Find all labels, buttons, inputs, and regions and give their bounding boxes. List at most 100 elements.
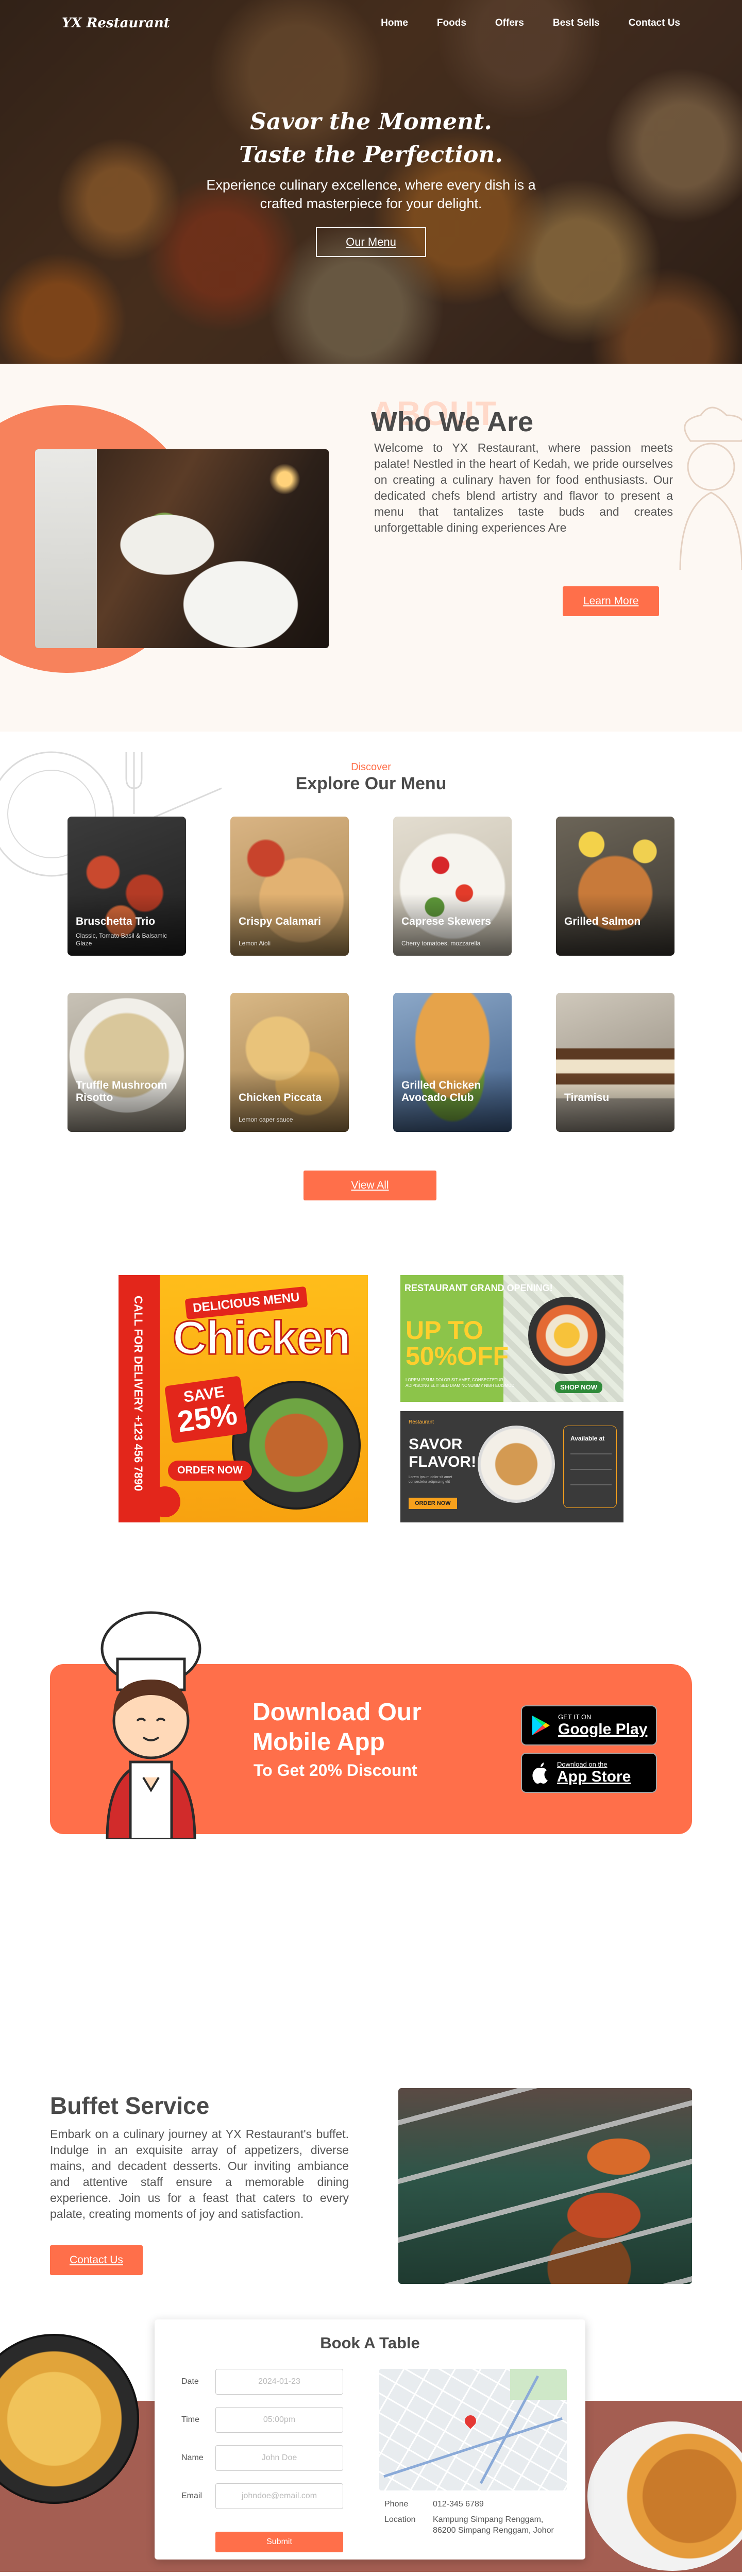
- promo-delivery-text: CALL FOR DELIVERY +123 456 7890: [132, 1296, 145, 1492]
- learn-more-button[interactable]: Learn More: [563, 586, 660, 616]
- google-play-icon: [532, 1716, 550, 1735]
- chef-outline-illustration: [679, 406, 742, 570]
- nav-link-home[interactable]: Home: [381, 18, 408, 29]
- about-title: Who We Are: [371, 406, 534, 437]
- savor-info-line: [570, 1484, 612, 1485]
- promo-plate-image: [232, 1381, 361, 1510]
- grand-discount-line-2: 50%OFF: [406, 1342, 509, 1370]
- dish-name: Chicken Piccata: [239, 1092, 322, 1104]
- menu-grid: Bruschetta Trio Classic, Tomato Basil & …: [68, 817, 674, 1132]
- dish-name: Grilled Chicken Avocado Club: [401, 1079, 481, 1104]
- menu-card-crispy-calamari[interactable]: Crispy Calamari Lemon Aioli: [230, 817, 349, 956]
- hero-subtitle: Experience culinary excellence, where ev…: [0, 176, 742, 213]
- promo-chicken-banner[interactable]: CALL FOR DELIVERY +123 456 7890 DELICIOU…: [119, 1275, 368, 1522]
- hero-title-line-1: Savor the Moment.: [250, 109, 492, 135]
- date-field[interactable]: 2024-01-23: [215, 2369, 343, 2395]
- view-all-button[interactable]: View All: [303, 1171, 436, 1200]
- savor-order-now: ORDER NOW: [409, 1498, 457, 1509]
- logo[interactable]: YX Restaurant: [62, 15, 170, 31]
- dish-name: Tiramisu: [564, 1092, 610, 1104]
- menu-kicker: Discover: [351, 761, 391, 773]
- booking-title: Book A Table: [320, 2334, 420, 2352]
- promo-headline: Chicken: [172, 1311, 352, 1365]
- google-play-button[interactable]: GET IT ON Google Play: [521, 1705, 657, 1745]
- nav-link-offers[interactable]: Offers: [495, 18, 524, 29]
- menu-card-chicken-piccata[interactable]: Chicken Piccata Lemon caper sauce: [230, 993, 349, 1132]
- dish-name: Crispy Calamari: [239, 916, 321, 927]
- app-store-text: Download on the App Store: [557, 1760, 631, 1786]
- savor-title: SAVOR FLAVOR!: [409, 1436, 476, 1471]
- buffet-title: Buffet Service: [50, 2092, 210, 2119]
- promo-savor-flavor-banner[interactable]: Restaurant SAVOR FLAVOR! Lorem ipsum dol…: [400, 1411, 623, 1522]
- menu-card-bruschetta-trio[interactable]: Bruschetta Trio Classic, Tomato Basil & …: [68, 817, 186, 956]
- nav-link-foods[interactable]: Foods: [437, 18, 466, 29]
- apple-icon: [532, 1762, 548, 1784]
- savor-title-line-2: FLAVOR!: [409, 1453, 477, 1470]
- menu-card-grilled-chicken-avocado-club[interactable]: Grilled Chicken Avocado Club: [393, 993, 512, 1132]
- hero-title-line-2: Taste the Perfection.: [239, 142, 503, 168]
- app-title: Download Our Mobile App: [252, 1698, 421, 1757]
- menu-card-tiramisu[interactable]: Tiramisu: [556, 993, 674, 1132]
- menu-card-truffle-mushroom-risotto[interactable]: Truffle Mushroom Risotto: [68, 993, 186, 1132]
- our-menu-button[interactable]: Our Menu: [316, 227, 426, 257]
- location-value: Kampung Simpang Renggam, 86200 Simpang R…: [433, 2514, 554, 2536]
- location-label: Location: [384, 2515, 416, 2524]
- time-field[interactable]: 05:00pm: [215, 2407, 343, 2433]
- app-title-line-1: Download Our: [252, 1699, 421, 1726]
- savor-brand: Restaurant: [409, 1419, 434, 1425]
- buffet-text: Embark on a culinary journey at YX Resta…: [50, 2127, 349, 2221]
- grand-title: RESTAURANT GRAND OPENING!: [404, 1283, 553, 1293]
- promo-order-now: ORDER NOW: [168, 1461, 252, 1481]
- waiter-figure: [35, 449, 97, 648]
- app-store-small: Download on the: [557, 1760, 608, 1768]
- hero-title: Savor the Moment. Taste the Perfection.: [0, 106, 742, 172]
- promo-grand-opening-banner[interactable]: RESTAURANT GRAND OPENING! UP TO 50%OFF L…: [400, 1275, 623, 1402]
- grand-shop-now: SHOP NOW: [555, 1381, 602, 1393]
- app-store-big: App Store: [557, 1768, 631, 1785]
- savor-info-line: [570, 1453, 612, 1454]
- map-pin-icon: [462, 2413, 479, 2429]
- app-title-line-2: Mobile App: [252, 1728, 385, 1756]
- contact-us-button[interactable]: Contact Us: [50, 2245, 143, 2275]
- nav-link-contact-us[interactable]: Contact Us: [629, 18, 680, 29]
- about-text: Welcome to YX Restaurant, where passion …: [374, 441, 673, 534]
- hero-section: YX Restaurant Home Foods Offers Best Sel…: [0, 0, 742, 364]
- grand-discount-line-1: UP TO: [406, 1316, 483, 1345]
- app-download-section: Download Our Mobile App To Get 20% Disco…: [0, 1611, 742, 1932]
- google-play-big: Google Play: [558, 1720, 648, 1738]
- about-photo: [35, 449, 329, 648]
- savor-fineprint: Lorem ipsum dolor sit amet consectetur a…: [409, 1476, 452, 1484]
- chef-mascot-illustration: [100, 1611, 201, 1839]
- map-park-area: [510, 2369, 567, 2400]
- app-store-button[interactable]: Download on the App Store: [521, 1753, 657, 1793]
- savor-title-line-1: SAVOR: [409, 1436, 463, 1453]
- google-play-small: GET IT ON: [558, 1713, 592, 1721]
- email-field[interactable]: johndoe@email.com: [215, 2483, 343, 2509]
- dish-description: Cherry tomatoes, mozzarella: [401, 940, 481, 947]
- about-section: ABOUT Who We Are Welcome to YX Restauran…: [0, 364, 742, 732]
- promos-section: CALL FOR DELIVERY +123 456 7890 DELICIOU…: [0, 1247, 742, 1613]
- nav-link-best-sells[interactable]: Best Sells: [553, 18, 600, 29]
- location-line-1: Kampung Simpang Renggam,: [433, 2515, 544, 2524]
- submit-button[interactable]: Submit: [215, 2532, 343, 2552]
- buffet-section: Buffet Service Embark on a culinary jour…: [0, 1932, 742, 2298]
- grand-discount: UP TO 50%OFF: [406, 1317, 509, 1369]
- dish-description: Classic, Tomato Basil & Balsamic Glaze: [76, 932, 167, 947]
- buffet-photo: [398, 2088, 692, 2284]
- menu-section: Discover Explore Our Menu Bruschetta Tri…: [0, 732, 742, 1247]
- dish-description: Lemon Aioli: [239, 940, 271, 947]
- hero-subtitle-line-1: Experience culinary excellence, where ev…: [206, 177, 536, 193]
- top-nav: YX Restaurant Home Foods Offers Best Sel…: [0, 0, 742, 46]
- promo-save-badge: SAVE 25%: [164, 1376, 248, 1444]
- name-field[interactable]: John Doe: [215, 2445, 343, 2471]
- dish-description: Lemon caper sauce: [239, 1116, 293, 1123]
- location-line-2: 86200 Simpang Renggam, Johor: [433, 2526, 554, 2535]
- menu-card-caprese-skewers[interactable]: Caprese Skewers Cherry tomatoes, mozzare…: [393, 817, 512, 956]
- name-label: Name: [181, 2453, 204, 2462]
- grand-plate-image: [528, 1297, 605, 1374]
- menu-card-grilled-salmon[interactable]: Grilled Salmon: [556, 817, 674, 956]
- grand-fineprint: LOREM IPSUM DOLOR SIT AMET, CONSECTETUR …: [406, 1378, 515, 1388]
- dish-name: Caprese Skewers: [401, 916, 491, 927]
- location-map[interactable]: [379, 2369, 567, 2490]
- google-play-text: GET IT ON Google Play: [558, 1713, 647, 1738]
